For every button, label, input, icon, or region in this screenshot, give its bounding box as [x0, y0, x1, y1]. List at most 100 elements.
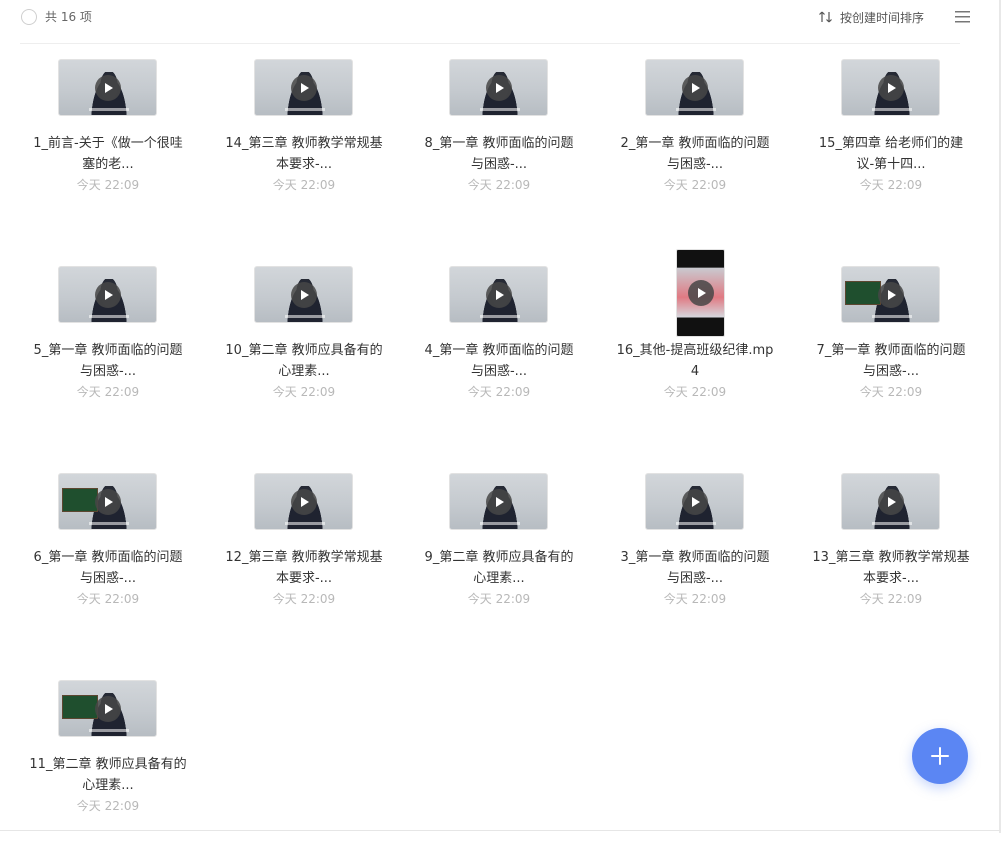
video-time: 今天 22:09 [76, 799, 140, 813]
video-thumbnail[interactable] [449, 59, 548, 116]
video-name[interactable]: 1_前言-关于《做一个很哇塞的老... [28, 133, 188, 175]
video-time: 今天 22:09 [76, 385, 140, 399]
video-item[interactable]: 12_第三章 教师教学常规基本要求-... 今天 22:09 [214, 458, 394, 658]
video-item[interactable]: 3_第一章 教师面临的问题与困惑-... 今天 22:09 [605, 458, 785, 658]
video-thumbnail[interactable] [58, 473, 157, 530]
video-thumbnail[interactable] [449, 266, 548, 323]
video-item[interactable]: 15_第四章 给老师们的建议-第十四... 今天 22:09 [801, 44, 981, 244]
video-thumbnail[interactable] [254, 59, 353, 116]
subtitle-strip [872, 315, 912, 318]
video-item[interactable]: 9_第二章 教师应具备有的心理素... 今天 22:09 [409, 458, 589, 658]
video-thumbnail[interactable] [449, 473, 548, 530]
video-thumbnail[interactable] [841, 473, 940, 530]
video-name[interactable]: 15_第四章 给老师们的建议-第十四... [811, 133, 971, 175]
blackboard [62, 695, 98, 719]
toolbar: 共 16 项 按创建时间排序 [0, 0, 1001, 44]
video-item[interactable]: 7_第一章 教师面临的问题与困惑-... 今天 22:09 [801, 251, 981, 451]
video-time: 今天 22:09 [859, 592, 923, 606]
subtitle-strip [89, 315, 129, 318]
subtitle-strip [285, 108, 325, 111]
video-thumbnail[interactable] [254, 266, 353, 323]
video-name[interactable]: 4_第一章 教师面临的问题与困惑-... [419, 340, 579, 382]
video-time: 今天 22:09 [859, 385, 923, 399]
video-name[interactable]: 13_第三章 教师教学常规基本要求-... [811, 547, 971, 589]
play-icon[interactable] [290, 281, 317, 308]
video-item[interactable]: 4_第一章 教师面临的问题与困惑-... 今天 22:09 [409, 251, 589, 451]
video-name[interactable]: 3_第一章 教师面临的问题与困惑-... [615, 547, 775, 589]
video-name[interactable]: 11_第二章 教师应具备有的心理素... [28, 754, 188, 796]
video-name[interactable]: 8_第一章 教师面临的问题与困惑-... [419, 133, 579, 175]
play-icon[interactable] [290, 488, 317, 515]
video-item[interactable]: 2_第一章 教师面临的问题与困惑-... 今天 22:09 [605, 44, 785, 244]
subtitle-strip [89, 108, 129, 111]
subtitle-strip [676, 108, 716, 111]
play-icon[interactable] [94, 74, 121, 101]
file-grid: 1_前言-关于《做一个很哇塞的老... 今天 22:09 14_第三章 教师教学常规… [0, 44, 1000, 833]
play-icon[interactable] [94, 488, 121, 515]
blackboard [845, 281, 881, 305]
video-item[interactable]: 8_第一章 教师面临的问题与困惑-... 今天 22:09 [409, 44, 589, 244]
video-name[interactable]: 9_第二章 教师应具备有的心理素... [419, 547, 579, 589]
play-icon[interactable] [877, 281, 904, 308]
video-name[interactable]: 14_第三章 教师教学常规基本要求-... [224, 133, 384, 175]
video-name[interactable]: 5_第一章 教师面临的问题与困惑-... [28, 340, 188, 382]
video-time: 今天 22:09 [272, 592, 336, 606]
video-name[interactable]: 12_第三章 教师教学常规基本要求-... [224, 547, 384, 589]
video-thumbnail[interactable] [645, 59, 744, 116]
video-item[interactable]: 6_第一章 教师面临的问题与困惑-... 今天 22:09 [18, 458, 198, 658]
video-thumbnail[interactable] [254, 473, 353, 530]
play-icon[interactable] [290, 74, 317, 101]
subtitle-strip [89, 522, 129, 525]
subtitle-strip [872, 522, 912, 525]
video-time: 今天 22:09 [467, 178, 531, 192]
play-icon[interactable] [681, 488, 708, 515]
video-name[interactable]: 16_其他-提高班级纪律.mp4 [615, 340, 775, 382]
subtitle-strip [872, 108, 912, 111]
video-item[interactable]: 16_其他-提高班级纪律.mp4 今天 22:09 [605, 249, 785, 451]
video-thumbnail[interactable] [841, 266, 940, 323]
play-icon[interactable] [877, 488, 904, 515]
video-time: 今天 22:09 [467, 592, 531, 606]
video-name[interactable]: 6_第一章 教师面临的问题与困惑-... [28, 547, 188, 589]
list-menu-icon[interactable] [955, 11, 970, 23]
play-icon[interactable] [877, 74, 904, 101]
play-icon[interactable] [94, 695, 121, 722]
play-icon[interactable] [485, 74, 512, 101]
video-thumbnail[interactable] [645, 473, 744, 530]
video-time: 今天 22:09 [76, 178, 140, 192]
video-name[interactable]: 2_第一章 教师面临的问题与困惑-... [615, 133, 775, 175]
video-time: 今天 22:09 [272, 385, 336, 399]
video-thumbnail[interactable] [841, 59, 940, 116]
video-time: 今天 22:09 [663, 592, 727, 606]
sort-button[interactable]: 按创建时间排序 [818, 8, 924, 26]
video-item[interactable]: 5_第一章 教师面临的问题与困惑-... 今天 22:09 [18, 251, 198, 451]
video-item[interactable]: 11_第二章 教师应具备有的心理素... 今天 22:09 [18, 665, 198, 865]
video-time: 今天 22:09 [663, 178, 727, 192]
video-name[interactable]: 10_第二章 教师应具备有的心理素... [224, 340, 384, 382]
select-all-checkbox[interactable] [21, 9, 37, 25]
video-thumbnail[interactable] [58, 266, 157, 323]
video-item[interactable]: 14_第三章 教师教学常规基本要求-... 今天 22:09 [214, 44, 394, 244]
blackboard [62, 488, 98, 512]
video-thumbnail[interactable] [58, 59, 157, 116]
add-button[interactable] [912, 728, 968, 784]
subtitle-strip [285, 315, 325, 318]
play-icon[interactable] [681, 74, 708, 101]
video-name[interactable]: 7_第一章 教师面临的问题与困惑-... [811, 340, 971, 382]
play-icon[interactable] [485, 488, 512, 515]
video-item[interactable]: 1_前言-关于《做一个很哇塞的老... 今天 22:09 [18, 44, 198, 244]
video-time: 今天 22:09 [859, 178, 923, 192]
subtitle-strip [89, 729, 129, 732]
video-thumbnail[interactable] [58, 680, 157, 737]
video-time: 今天 22:09 [272, 178, 336, 192]
play-icon[interactable] [687, 280, 714, 306]
video-thumbnail[interactable] [676, 249, 725, 337]
subtitle-strip [285, 522, 325, 525]
play-icon[interactable] [485, 281, 512, 308]
video-time: 今天 22:09 [76, 592, 140, 606]
play-icon[interactable] [94, 281, 121, 308]
video-item[interactable]: 13_第三章 教师教学常规基本要求-... 今天 22:09 [801, 458, 981, 658]
subtitle-strip [480, 315, 520, 318]
item-count: 共 16 项 [45, 10, 92, 24]
video-item[interactable]: 10_第二章 教师应具备有的心理素... 今天 22:09 [214, 251, 394, 451]
